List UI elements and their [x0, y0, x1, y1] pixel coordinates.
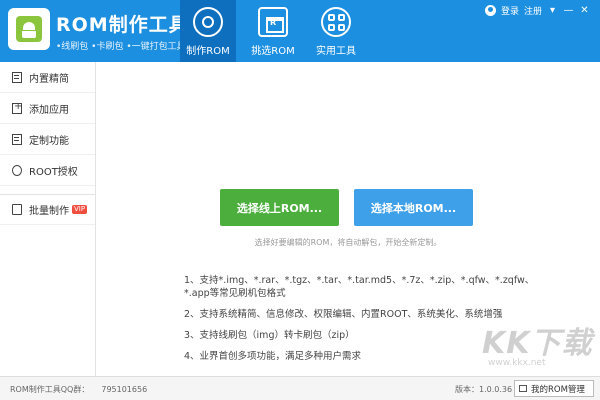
login-link[interactable]: 登录	[501, 4, 519, 17]
user-icon	[484, 5, 496, 16]
add-icon	[12, 101, 22, 114]
sidebar-item-root[interactable]: ROOT授权	[0, 155, 95, 186]
feature-item: 1、支持*.img、*.rar、*.tgz、*.tar、*.tar.md5、*.…	[184, 275, 535, 299]
sidebar-item-label: 内置精简	[29, 73, 69, 85]
tab-pick-rom-label: 挑选ROM	[251, 46, 295, 57]
tab-make-rom-label: 制作ROM	[186, 46, 230, 57]
batch-icon	[12, 204, 22, 215]
sidebar-item-label: ROOT授权	[29, 166, 78, 178]
gear-icon	[193, 7, 223, 37]
qq-group-number[interactable]: 795101656	[101, 385, 147, 394]
window-controls: 登录 注册 ▾ — ✕	[484, 4, 590, 17]
my-rom-label: 我的ROM管理	[531, 384, 585, 395]
customize-icon	[12, 133, 22, 145]
hint-text: 选择好要编辑的ROM，将自动解包，开始全新定制。	[254, 238, 442, 247]
sidebar-item-label: 定制功能	[29, 135, 69, 147]
sidebar: 内置精简 添加应用 定制功能 ROOT授权 批量制作 VIP	[0, 62, 96, 376]
sidebar-item-add-app[interactable]: 添加应用	[0, 93, 95, 124]
qq-group-label: ROM制作工具QQ群：	[10, 385, 90, 394]
tab-tools-label: 实用工具	[316, 46, 356, 57]
tab-tools[interactable]: 实用工具	[308, 0, 364, 62]
minimize-button[interactable]: —	[563, 5, 574, 16]
grid-icon	[321, 7, 351, 37]
android-icon	[16, 16, 42, 42]
sidebar-item-customize[interactable]: 定制功能	[0, 124, 95, 155]
watermark: KK下载 www.kkx.net	[482, 318, 594, 376]
select-online-rom-button[interactable]: 选择线上ROM...	[220, 189, 339, 226]
my-rom-manager-button[interactable]: 我的ROM管理	[514, 380, 594, 397]
tab-pick-rom[interactable]: 挑选ROM	[245, 0, 301, 62]
register-link[interactable]: 注册	[524, 4, 542, 17]
watermark-url: www.kkx.net	[488, 358, 546, 368]
close-button[interactable]: ✕	[579, 5, 590, 16]
menu-button[interactable]: ▾	[547, 5, 558, 16]
app-subtitle: •线刷包 •卡刷包 •一键打包工具	[56, 42, 186, 52]
document-icon	[12, 71, 22, 83]
watermark-text: KK下载	[482, 326, 593, 361]
app-title: ROM制作工具	[56, 14, 189, 36]
select-local-rom-button[interactable]: 选择本地ROM...	[354, 189, 473, 226]
box-icon	[519, 385, 527, 392]
status-bar: ROM制作工具QQ群： 795101656 版本：1.0.0.36 我的ROM管理	[0, 376, 600, 400]
sidebar-item-batch[interactable]: 批量制作 VIP	[0, 194, 95, 225]
sidebar-item-label: 添加应用	[29, 104, 69, 116]
root-icon	[12, 164, 22, 176]
vip-badge: VIP	[72, 205, 88, 214]
app-logo	[8, 8, 50, 50]
version-label: 版本：1.0.0.36	[455, 385, 513, 394]
store-icon	[258, 7, 288, 37]
sidebar-item-builtin-slim[interactable]: 内置精简	[0, 62, 95, 93]
app-header: ROM制作工具 •线刷包 •卡刷包 •一键打包工具 制作ROM 挑选ROM 实用…	[0, 0, 600, 62]
qq-group-info: ROM制作工具QQ群： 795101656	[10, 384, 147, 395]
sidebar-item-label: 批量制作	[29, 206, 69, 217]
tab-make-rom[interactable]: 制作ROM	[180, 0, 236, 62]
